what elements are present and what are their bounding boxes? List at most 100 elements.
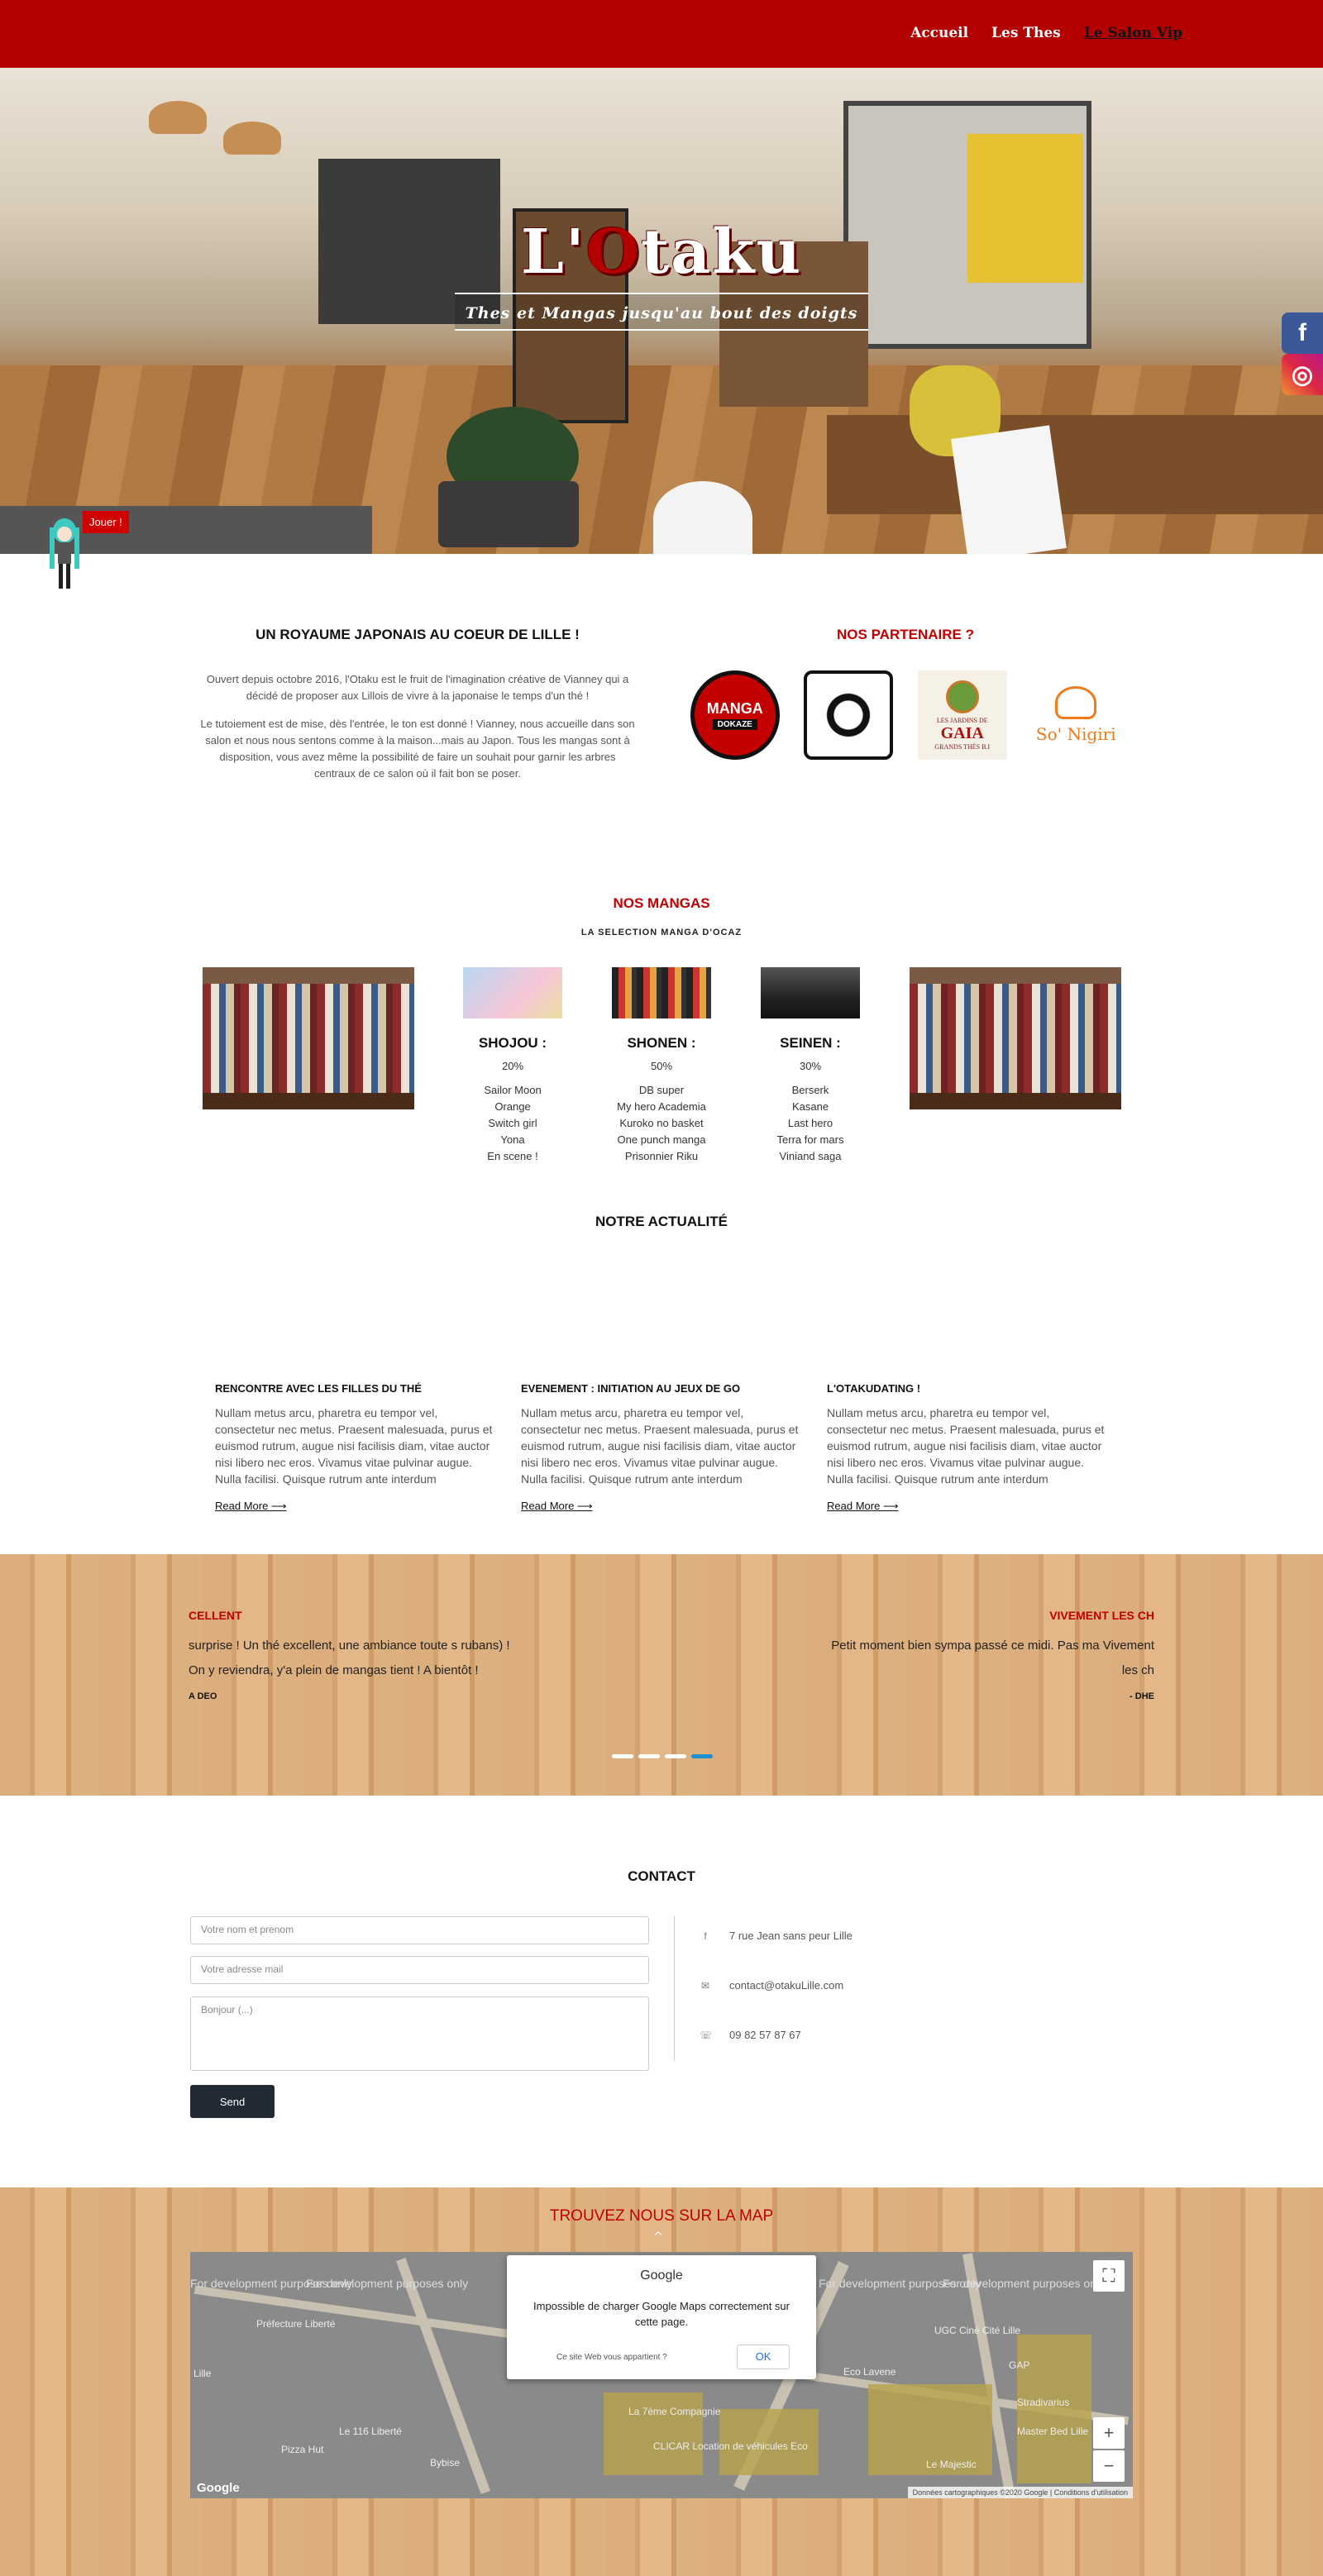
read-more-link[interactable]: Read More ⟶ — [827, 1500, 899, 1512]
slider-dot[interactable] — [638, 1754, 660, 1758]
testimonial-author: A DEO — [189, 1691, 217, 1701]
nav-link-les-thes[interactable]: Les Thes — [991, 25, 1061, 41]
contact-title: CONTACT — [628, 1868, 695, 1884]
gaia-name: GAIA — [940, 723, 984, 742]
partners-logos: MANGA DOKAZE LES JARDINS DE GAIA GRANDS … — [678, 670, 1133, 761]
slider-dots — [612, 1754, 713, 1758]
map-place-label: Bybise — [430, 2457, 461, 2469]
manga-category-shonen: SHONEN : 50% DB super My hero Academia K… — [612, 967, 711, 1165]
read-more-link[interactable]: Read More ⟶ — [521, 1500, 593, 1512]
manga-title: My hero Academia — [617, 1100, 706, 1113]
contact-address: f 7 rue Jean sans peur Lille — [700, 1930, 853, 1942]
category-name: SHOJOU : — [478, 1035, 547, 1051]
hero-photo-pot — [438, 481, 579, 547]
zoom-out-icon[interactable]: − — [1093, 2450, 1125, 2482]
google-brand: Google — [640, 2268, 683, 2283]
news-card: L'OTAKUDATING ! Nullam metus arcu, phare… — [827, 1382, 1108, 1514]
slider-dot-active[interactable] — [691, 1754, 713, 1758]
category-name: SEINEN : — [780, 1035, 841, 1051]
partner-gaia[interactable]: LES JARDINS DE GAIA GRANDS THÉS B.I — [917, 670, 1008, 761]
kingdom-text: Ouvert depuis octobre 2016, l'Otaku est … — [198, 671, 637, 794]
message-textarea[interactable]: Bonjour (...) — [190, 1996, 649, 2071]
manga-title: DB super — [638, 1084, 685, 1096]
map-place-label: Le 116 Liberté — [339, 2426, 402, 2437]
nav-link-accueil[interactable]: Accueil — [910, 25, 968, 41]
gaia-pre: LES JARDINS DE — [936, 716, 988, 724]
map-place-label: GAP — [1009, 2359, 1030, 2371]
manga-category-seinen: SEINEN : 30% Berserk Kasane Last hero Te… — [761, 967, 860, 1165]
testimonial-text: surprise ! Un thé excellent, une ambianc… — [189, 1639, 510, 1677]
email-input[interactable]: Votre adresse mail — [190, 1956, 649, 1984]
map-place-label: UGC Ciné Cité Lille — [934, 2325, 1021, 2336]
name-input[interactable]: Votre nom et prenom — [190, 1916, 649, 1944]
kingdom-paragraph: Ouvert depuis octobre 2016, l'Otaku est … — [206, 673, 629, 702]
category-percent: 30% — [799, 1060, 822, 1072]
fullscreen-icon[interactable]: ⛶ — [1093, 2260, 1125, 2292]
manga-title: Kuroko no basket — [619, 1117, 704, 1129]
hero-photo-menu — [951, 425, 1067, 554]
instagram-icon[interactable]: ◎ — [1282, 354, 1323, 395]
phone-icon: ☏ — [700, 2029, 713, 2041]
hero-banner: L'Otaku Thes et Mangas jusqu'au bout des… — [0, 68, 1323, 554]
hero-photo-lamp — [223, 122, 281, 155]
navbar: Accueil Les Thes Le Salon Vip — [0, 0, 1323, 68]
address-text: 7 rue Jean sans peur Lille — [729, 1930, 853, 1942]
category-items: DB super My hero Academia Kuroko no bask… — [612, 1082, 711, 1165]
gaia-sub: GRANDS THÉS B.I — [934, 742, 991, 751]
manga-dokaze-bottom: DOKAZE — [712, 719, 757, 730]
manga-title: Kasane — [791, 1100, 829, 1113]
manga-title: Berserk — [791, 1084, 829, 1096]
map-place-label: La 7ème Compagnie — [628, 2406, 721, 2417]
manga-title: Switch girl — [488, 1117, 537, 1129]
zoom-in-icon[interactable]: + — [1093, 2417, 1125, 2449]
facebook-icon[interactable]: f — [1282, 312, 1323, 354]
manga-title: Terra for mars — [776, 1133, 844, 1146]
news-card-body: Nullam metus arcu, pharetra eu tempor ve… — [215, 1406, 493, 1486]
map-block — [604, 2392, 703, 2475]
send-button[interactable]: Send — [190, 2085, 275, 2118]
map-place-label: Eco Lavene — [843, 2366, 896, 2378]
manga-title: Sailor Moon — [484, 1084, 542, 1096]
mascot-character-icon[interactable] — [46, 516, 83, 592]
slider-dot[interactable] — [612, 1754, 633, 1758]
manga-title: Prisonnier Riku — [624, 1150, 699, 1162]
partner-tsume[interactable] — [803, 670, 894, 761]
manga-category-shojou: SHOJOU : 20% Sailor Moon Orange Switch g… — [463, 967, 562, 1165]
manga-title: Orange — [494, 1100, 531, 1113]
contact-divider — [674, 1916, 675, 2061]
onigiri-icon — [1055, 686, 1097, 719]
manga-title: Last hero — [787, 1117, 833, 1129]
read-more-link[interactable]: Read More ⟶ — [215, 1500, 287, 1512]
google-map[interactable]: For development purposes only For develo… — [190, 2252, 1133, 2498]
seinen-thumbnail — [761, 967, 860, 1018]
testimonials-slider: CELLENT surprise ! Un thé excellent, une… — [0, 1554, 1323, 1796]
manga-title: Viniand saga — [779, 1150, 842, 1162]
chevron-up-icon[interactable]: ^ — [653, 2230, 663, 2244]
gaia-logo: LES JARDINS DE GAIA GRANDS THÉS B.I — [917, 670, 1007, 760]
tsume-logo — [804, 670, 894, 760]
shonen-thumbnail — [612, 967, 711, 1018]
nav-link-salon-vip[interactable]: Le Salon Vip — [1084, 25, 1182, 41]
category-items: Sailor Moon Orange Switch girl Yona En s… — [463, 1082, 562, 1165]
logo-prefix: L' — [520, 217, 586, 288]
tree-icon — [945, 680, 979, 713]
news-card: RENCONTRE AVEC LES FILLES DU THÉ Nullam … — [215, 1382, 496, 1514]
map-title: TROUVEZ NOUS SUR LA MAP — [549, 2207, 774, 2225]
map-section: TROUVEZ NOUS SUR LA MAP ^ For developmen… — [0, 2187, 1323, 2576]
play-game-button[interactable]: Jouer ! — [83, 511, 129, 533]
so-nigiri-name: So' Nigiri — [1035, 724, 1116, 744]
nav-links: Accueil Les Thes Le Salon Vip — [910, 25, 1182, 41]
news-card-body: Nullam metus arcu, pharetra eu tempor ve… — [827, 1406, 1105, 1486]
envelope-icon: ✉ — [700, 1979, 710, 1992]
map-ok-button[interactable]: OK — [737, 2345, 790, 2369]
category-items: Berserk Kasane Last hero Terra for mars … — [761, 1082, 860, 1165]
slider-dot[interactable] — [665, 1754, 686, 1758]
category-name: SHONEN : — [627, 1035, 696, 1051]
partner-manga-dokaze[interactable]: MANGA DOKAZE — [690, 670, 781, 761]
map-attribution[interactable]: Données cartographiques ©2020 Google | C… — [907, 2487, 1133, 2498]
map-error-message: Impossible de charger Google Maps correc… — [533, 2300, 790, 2328]
news-title: NOTRE ACTUALITÉ — [595, 1214, 728, 1229]
logo-suffix: taku — [640, 217, 803, 288]
partner-so-nigiri[interactable]: So' Nigiri — [1030, 670, 1121, 761]
map-owner-link[interactable]: Ce site Web vous appartient ? — [556, 2353, 667, 2362]
